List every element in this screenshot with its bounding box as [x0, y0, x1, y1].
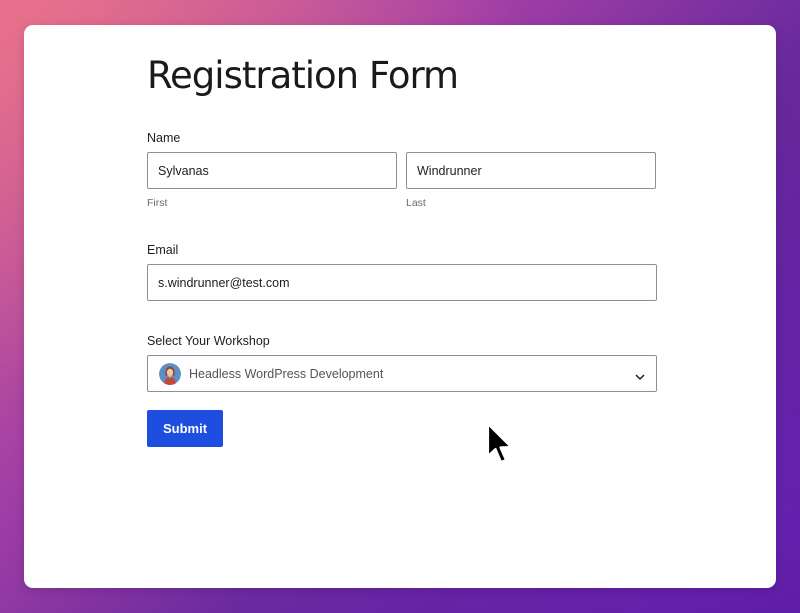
- email-label: Email: [147, 243, 179, 257]
- workshop-selected-value: Headless WordPress Development: [189, 367, 384, 381]
- last-name-sublabel: Last: [406, 197, 426, 209]
- submit-button[interactable]: Submit: [147, 410, 223, 447]
- page-title: Registration Form: [147, 54, 459, 97]
- email-field[interactable]: [147, 264, 657, 301]
- workshop-select[interactable]: Headless WordPress Development: [147, 355, 657, 392]
- mouse-pointer-icon: [484, 421, 516, 467]
- presenter-avatar: [159, 363, 181, 385]
- workshop-label: Select Your Workshop: [147, 334, 270, 348]
- form-card: Registration Form Name First Last Email …: [24, 25, 776, 588]
- chevron-down-icon: [634, 369, 646, 381]
- first-name-field[interactable]: [147, 152, 397, 189]
- last-name-field[interactable]: [406, 152, 656, 189]
- first-name-sublabel: First: [147, 197, 168, 209]
- name-label: Name: [147, 131, 181, 145]
